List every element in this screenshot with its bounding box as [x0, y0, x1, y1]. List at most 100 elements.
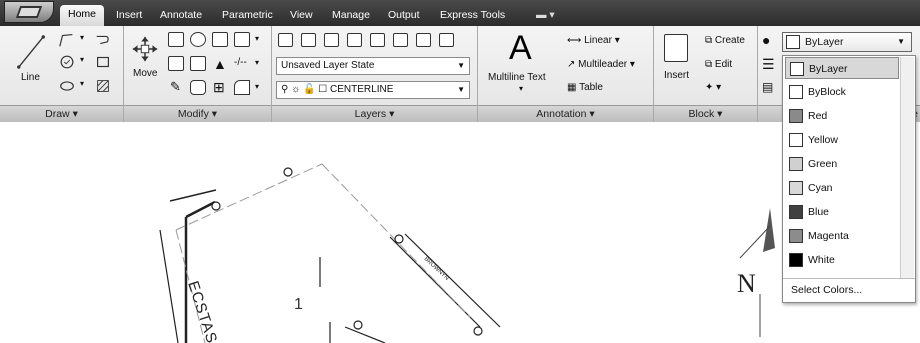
color-option-yellow[interactable]: Yellow — [785, 129, 899, 151]
polyline-dropdown-icon[interactable]: ▾ — [80, 33, 84, 42]
color-option-cyan[interactable]: Cyan — [785, 177, 899, 199]
layer-properties-icon[interactable] — [278, 33, 293, 47]
tab-express-tools[interactable]: Express Tools — [432, 6, 513, 26]
color-swatch — [789, 157, 803, 171]
ellipse-dropdown-icon[interactable]: ▾ — [80, 79, 84, 88]
chevron-down-icon: ▼ — [457, 85, 465, 94]
circle-icon[interactable] — [56, 52, 78, 72]
street-label-ecstas: ECSTAS — [184, 279, 220, 343]
color-option-blue[interactable]: Blue — [785, 201, 899, 223]
layer-previous-icon[interactable] — [347, 33, 362, 47]
spline-icon[interactable] — [92, 30, 114, 50]
copy-icon[interactable] — [168, 32, 184, 47]
linetype-icon: ▤ — [762, 80, 774, 94]
draw-panel: Line ▾ ▾ ▾ Draw ▾ — [0, 26, 124, 122]
array-dropdown-icon[interactable]: ▾ — [255, 34, 259, 43]
tab-annotate[interactable]: Annotate — [152, 6, 210, 26]
multileader-icon: ↗ — [567, 59, 576, 70]
layer-combo[interactable]: ⚲ ☼ 🔓 ☐ CENTERLINE ▼ — [276, 81, 470, 99]
array-icon[interactable] — [234, 32, 250, 47]
linear-dimension-icon: ⟷ — [567, 35, 582, 46]
block-attributes-button[interactable]: ✦ ▾ — [704, 81, 722, 94]
layer-freeze-icon[interactable] — [416, 33, 431, 47]
layers-panel: Unsaved Layer State ▼ ⚲ ☼ 🔓 ☐ CENTERLINE ▼… — [272, 26, 478, 122]
layer-unisolate-icon[interactable] — [393, 33, 408, 47]
insert-block-icon[interactable] — [664, 34, 688, 62]
line-label: Line — [21, 72, 40, 83]
trim-icon[interactable] — [212, 32, 228, 47]
color-swatch — [789, 85, 803, 99]
break-icon[interactable]: -/-- — [233, 56, 248, 69]
circle-dropdown-icon[interactable]: ▾ — [80, 55, 84, 64]
line-tool-icon[interactable] — [14, 32, 48, 72]
attribute-icon: ✦ — [705, 82, 714, 93]
rotate-icon[interactable] — [190, 32, 206, 47]
annotation-panel-title[interactable]: Annotation ▾ — [478, 105, 653, 122]
application-menu-button[interactable] — [4, 1, 54, 23]
ribbon-options-icon[interactable]: ▬ ▾ — [528, 6, 563, 26]
layer-make-current-icon[interactable] — [301, 33, 316, 47]
color-swatch — [789, 229, 803, 243]
polyline-icon[interactable] — [56, 30, 78, 50]
color-option-byblock[interactable]: ByBlock — [785, 81, 899, 103]
erase-icon[interactable]: ✎ — [169, 78, 182, 96]
tab-parametric[interactable]: Parametric — [214, 6, 281, 26]
linear-dimension-button[interactable]: ⟷ Linear ▾ — [566, 34, 621, 47]
hatch-icon[interactable] — [92, 76, 114, 96]
tab-home[interactable]: Home — [60, 5, 105, 26]
layer-off-icon[interactable] — [439, 33, 454, 47]
move-tool-icon[interactable] — [130, 34, 160, 64]
color-option-green[interactable]: Green — [785, 153, 899, 175]
color-option-red[interactable]: Red — [785, 105, 899, 127]
color-combo[interactable]: ByLayer ▼ — [782, 32, 912, 52]
scale-icon[interactable] — [234, 80, 250, 95]
tab-output[interactable]: Output — [380, 6, 428, 26]
select-colors-option[interactable]: Select Colors... — [791, 284, 862, 296]
dropdown-scrollbar[interactable] — [900, 57, 914, 278]
ribbon-tab-bar: Home Insert Annotate Parametric View Man… — [0, 0, 920, 26]
table-button[interactable]: ▦ Table — [566, 81, 604, 94]
color-swatch — [789, 109, 803, 123]
multiline-text-dropdown-icon[interactable]: ▾ — [519, 84, 523, 93]
create-block-button[interactable]: ⧉ Create — [704, 34, 746, 47]
create-block-icon: ⧉ — [705, 35, 713, 46]
street-label-brownyn: BROWNYN — [423, 256, 450, 282]
modify-panel-title[interactable]: Modify ▾ — [124, 105, 271, 122]
app-logo-icon — [15, 6, 43, 18]
layer-isolate-icon[interactable] — [370, 33, 385, 47]
rectangle-icon[interactable] — [92, 52, 114, 72]
layer-state-combo[interactable]: Unsaved Layer State ▼ — [276, 57, 470, 75]
layer-match-icon[interactable] — [324, 33, 339, 47]
tab-view[interactable]: View — [282, 6, 321, 26]
mirror-icon[interactable]: ▲ — [212, 55, 228, 73]
tab-insert[interactable]: Insert — [108, 6, 150, 26]
compass-n: N — [737, 269, 756, 298]
fillet-icon[interactable] — [190, 56, 206, 71]
offset-icon[interactable] — [190, 80, 206, 95]
color-wheel-icon: ● — [762, 32, 771, 48]
draw-panel-title[interactable]: Draw ▾ — [0, 105, 123, 122]
edit-block-icon: ⧉ — [705, 59, 713, 70]
modify-panel: Move ▾ ▲ -/-- ▾ ✎ ⊞ ▾ Modify ▾ — [124, 26, 272, 122]
color-dropdown-list: ByLayer ByBlock Red Yellow Green Cyan Bl… — [782, 55, 916, 303]
color-swatch — [790, 62, 804, 76]
chevron-down-icon: ▼ — [897, 37, 905, 46]
multileader-button[interactable]: ↗ Multileader ▾ — [566, 58, 636, 71]
lineweight-icon: ☰ — [762, 56, 775, 72]
color-option-white[interactable]: White — [785, 249, 899, 271]
layers-panel-title[interactable]: Layers ▾ — [272, 105, 477, 122]
tab-manage[interactable]: Manage — [324, 6, 378, 26]
stretch-icon[interactable] — [168, 56, 184, 71]
color-swatch — [789, 133, 803, 147]
scale-dropdown-icon[interactable]: ▾ — [255, 82, 259, 91]
ellipse-icon[interactable] — [56, 76, 78, 96]
color-option-magenta[interactable]: Magenta — [785, 225, 899, 247]
edit-block-button[interactable]: ⧉ Edit — [704, 58, 733, 71]
multiline-text-icon[interactable]: A — [508, 28, 533, 69]
color-option-bylayer[interactable]: ByLayer — [785, 57, 899, 79]
table-icon: ▦ — [567, 82, 577, 93]
break-dropdown-icon[interactable]: ▾ — [255, 58, 259, 67]
grid-array-icon[interactable]: ⊞ — [212, 78, 226, 97]
block-panel-title[interactable]: Block ▾ — [654, 105, 757, 122]
color-swatch — [789, 181, 803, 195]
